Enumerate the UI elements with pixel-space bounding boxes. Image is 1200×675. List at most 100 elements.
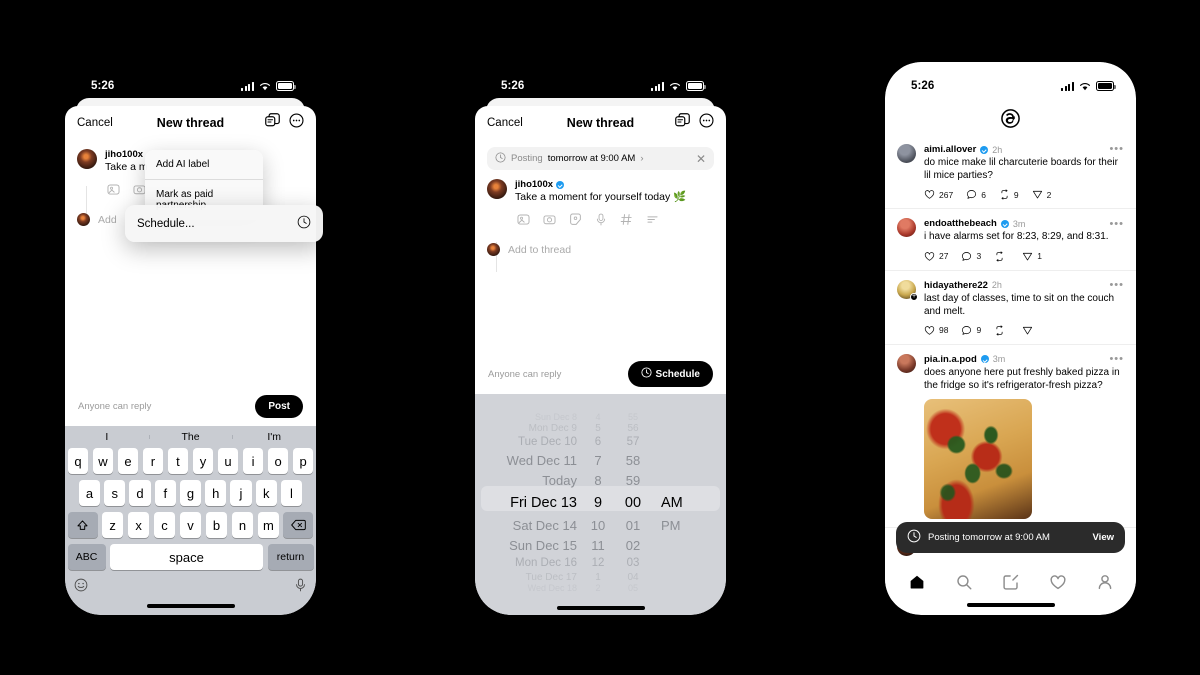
tab-compose[interactable] — [1002, 573, 1020, 596]
share-action[interactable]: 1 — [1022, 251, 1042, 262]
reply-policy[interactable]: Anyone can reply — [78, 401, 151, 412]
share-action[interactable] — [1022, 325, 1037, 336]
add-to-thread-row[interactable]: Add to thread — [487, 243, 714, 257]
picker-row[interactable]: Wed Dec 18 2 05 — [475, 583, 726, 593]
like-action[interactable]: 267 — [924, 189, 953, 200]
suggestion-3[interactable]: I'm — [232, 431, 316, 443]
key-b[interactable]: b — [205, 512, 228, 538]
key-w[interactable]: w — [92, 448, 114, 474]
avatar[interactable]: + — [897, 279, 918, 301]
toast-view-button[interactable]: View — [1093, 532, 1114, 543]
microphone-icon[interactable] — [595, 213, 607, 231]
list-item[interactable]: + hidayathere22 2h ••• last day of class… — [885, 269, 1136, 344]
picker-row[interactable]: Mon Dec 9 5 56 — [475, 422, 726, 434]
follow-plus-icon[interactable]: + — [910, 292, 918, 301]
key-g[interactable]: g — [179, 480, 202, 506]
more-circle-icon[interactable] — [289, 113, 304, 133]
copy-threads-icon[interactable] — [675, 113, 690, 133]
reply-policy[interactable]: Anyone can reply — [488, 369, 561, 380]
emoji-icon[interactable] — [74, 578, 88, 597]
reply-action[interactable]: 3 — [961, 251, 981, 262]
tab-activity[interactable] — [1049, 573, 1067, 596]
repost-action[interactable] — [994, 250, 1009, 262]
microphone-icon[interactable] — [294, 578, 307, 597]
schedule-toast[interactable]: Posting tomorrow at 9:00 AM View — [896, 522, 1125, 553]
key-i[interactable]: i — [242, 448, 264, 474]
compose-text[interactable]: Take a moment for yourself today 🌿 — [515, 191, 714, 204]
key-a[interactable]: a — [78, 480, 101, 506]
abc-key[interactable]: ABC — [67, 544, 106, 570]
copy-threads-icon[interactable] — [265, 113, 280, 133]
pizza-photo[interactable] — [924, 399, 1032, 520]
like-action[interactable]: 27 — [924, 251, 948, 262]
picker-row[interactable]: Sun Dec 8 4 55 — [475, 412, 726, 422]
key-r[interactable]: r — [142, 448, 164, 474]
repost-action[interactable]: 9 — [999, 189, 1019, 201]
like-action[interactable]: 98 — [924, 325, 948, 336]
picker-row-selected[interactable]: Fri Dec 13 9 00 AM — [475, 490, 726, 515]
reply-action[interactable]: 6 — [966, 189, 986, 200]
feed-post-list[interactable]: aimi.allover 2h ••• do mice make lil cha… — [885, 135, 1136, 567]
picker-row[interactable]: Today 8 59 — [475, 470, 726, 490]
key-h[interactable]: h — [205, 480, 227, 506]
menu-add-ai-label[interactable]: Add AI label — [145, 150, 263, 179]
reply-action[interactable]: 9 — [961, 325, 981, 336]
picker-row[interactable]: Sat Dec 14 10 01 PM — [475, 515, 726, 535]
suggestion-1[interactable]: I — [65, 431, 149, 443]
repost-action[interactable] — [994, 325, 1009, 336]
post-username[interactable]: hidayathere22 — [924, 280, 988, 291]
return-key[interactable]: return — [267, 544, 314, 570]
key-f[interactable]: f — [154, 480, 176, 506]
tab-home[interactable] — [908, 573, 926, 596]
avatar[interactable] — [897, 144, 916, 163]
shift-icon[interactable] — [67, 512, 98, 538]
avatar[interactable] — [897, 353, 916, 373]
key-v[interactable]: v — [179, 512, 202, 538]
key-o[interactable]: o — [267, 448, 289, 474]
key-s[interactable]: s — [104, 480, 126, 506]
key-e[interactable]: e — [117, 448, 139, 474]
suggestion-2[interactable]: The — [148, 431, 233, 443]
post-more-icon[interactable]: ••• — [1109, 144, 1124, 154]
tab-profile[interactable] — [1096, 573, 1114, 596]
key-j[interactable]: j — [230, 480, 252, 506]
camera-icon[interactable] — [543, 213, 556, 231]
list-item[interactable]: aimi.allover 2h ••• do mice make lil cha… — [885, 135, 1136, 208]
close-icon[interactable]: ✕ — [696, 152, 706, 166]
post-more-icon[interactable]: ••• — [1109, 280, 1124, 290]
post-more-icon[interactable]: ••• — [1109, 354, 1124, 364]
key-l[interactable]: l — [280, 480, 303, 506]
hashtag-icon[interactable] — [620, 213, 633, 231]
image-icon[interactable] — [517, 213, 530, 231]
post-username[interactable]: aimi.allover — [924, 144, 976, 155]
post-username[interactable]: pia.in.a.pod — [924, 354, 977, 365]
picker-row[interactable]: Tue Dec 17 1 04 — [475, 571, 726, 583]
key-y[interactable]: y — [192, 448, 214, 474]
schedule-button[interactable]: Schedule — [627, 361, 713, 387]
picker-row[interactable]: Tue Dec 10 6 57 — [475, 434, 726, 450]
key-z[interactable]: z — [101, 512, 124, 538]
key-c[interactable]: c — [153, 512, 176, 538]
picker-row[interactable]: Wed Dec 11 7 58 — [475, 450, 726, 470]
key-x[interactable]: x — [127, 512, 150, 538]
gif-sticker-icon[interactable] — [569, 213, 582, 231]
key-m[interactable]: m — [257, 512, 280, 538]
backspace-icon[interactable] — [283, 512, 314, 538]
tab-search[interactable] — [955, 573, 973, 596]
share-action[interactable]: 2 — [1032, 189, 1051, 200]
cancel-button[interactable]: Cancel — [487, 117, 523, 129]
key-q[interactable]: q — [67, 448, 89, 474]
schedule-banner[interactable]: Posting tomorrow at 9:00 AM › ✕ — [487, 147, 714, 170]
datetime-picker[interactable]: Sun Dec 8 4 55 Mon Dec 9 5 56 Tue Dec 10… — [475, 394, 726, 615]
menu-schedule-item[interactable]: Schedule... — [125, 205, 323, 242]
space-key[interactable]: space — [109, 544, 264, 570]
list-item[interactable]: pia.in.a.pod 3m ••• does anyone here put… — [885, 343, 1136, 527]
picker-row[interactable]: Sun Dec 15 11 02 — [475, 535, 726, 555]
picker-row[interactable]: Mon Dec 16 12 03 — [475, 555, 726, 571]
cancel-button[interactable]: Cancel — [77, 117, 113, 129]
poll-icon[interactable] — [646, 213, 659, 231]
post-username[interactable]: endoatthebeach — [924, 218, 997, 229]
key-p[interactable]: p — [292, 448, 314, 474]
post-button[interactable]: Post — [255, 394, 303, 418]
key-k[interactable]: k — [255, 480, 277, 506]
